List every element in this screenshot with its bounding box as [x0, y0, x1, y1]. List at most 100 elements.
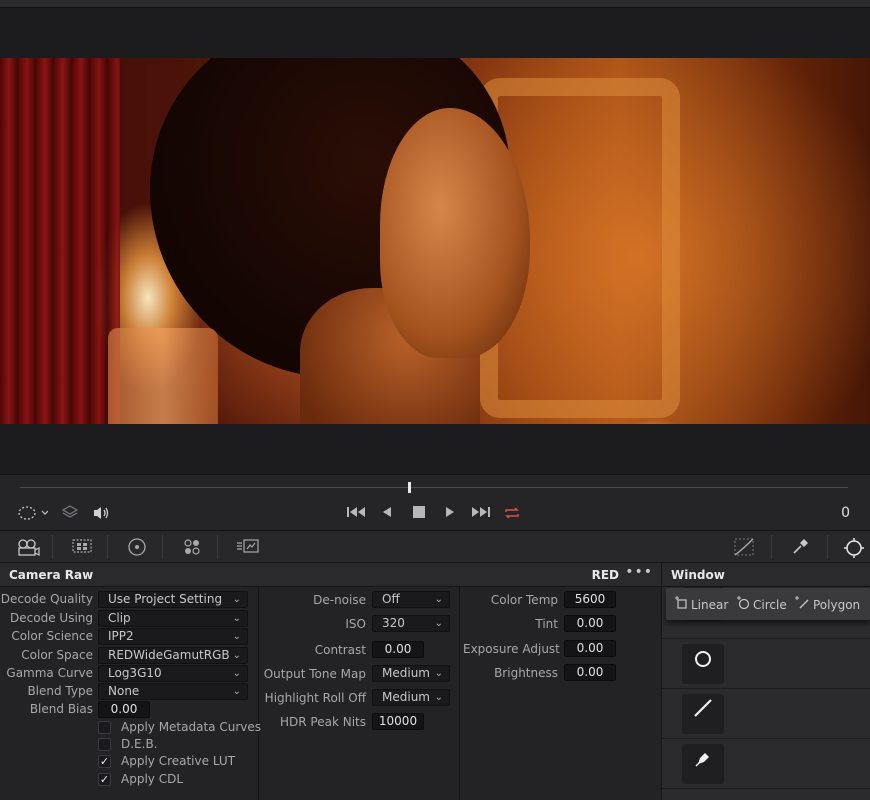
rgb-mixer-palette-icon[interactable] [181, 537, 203, 557]
gamma-curve-dropdown[interactable]: Log3G10 ⌄ [98, 665, 248, 682]
palette-toolbar [0, 530, 870, 563]
apply-cdl-checkbox[interactable]: ✓ [98, 773, 111, 786]
brightness-label: Brightness [494, 666, 558, 680]
contrast-label: Contrast [314, 643, 366, 657]
circle-shape-icon[interactable] [682, 644, 724, 684]
output-tone-map-dropdown[interactable]: Medium ⌄ [372, 665, 450, 682]
add-circle-window-button[interactable]: Circle [736, 595, 787, 612]
chevron-down-icon: ⌄ [232, 686, 241, 697]
apply-metadata-curves-checkbox[interactable] [98, 721, 111, 734]
davinci-color-page: 0 Camera Raw RED ••• Decode Quality Use … [0, 0, 870, 800]
circle-window-icon [736, 596, 750, 612]
curve-shape-icon[interactable] [682, 744, 724, 784]
camera-raw-title: Camera Raw [9, 568, 94, 582]
add-linear-window-button[interactable]: Linear [674, 595, 728, 612]
qualifier-picker-icon[interactable] [789, 537, 811, 557]
scrubber-track[interactable] [20, 487, 848, 488]
play-icon[interactable] [444, 505, 456, 523]
loop-icon[interactable] [503, 505, 521, 525]
skip-to-end-icon[interactable] [471, 505, 491, 523]
denoise-dropdown[interactable]: Off ⌄ [372, 591, 450, 608]
color-wheels-palette-icon[interactable] [126, 537, 148, 557]
blend-bias-field[interactable]: 0.00 [98, 701, 150, 718]
iso-dropdown[interactable]: 320 ⌄ [372, 615, 450, 632]
tint-field[interactable]: 0.00 [564, 615, 616, 632]
add-polygon-window-button[interactable]: Polygon [794, 595, 860, 612]
apply-creative-lut-checkbox[interactable]: ✓ [98, 755, 111, 768]
window-panel-title: Window [671, 568, 725, 582]
motion-effects-palette-icon[interactable] [236, 537, 259, 557]
apply-metadata-curves-label: Apply Metadata Curves [121, 720, 261, 734]
deb-checkbox[interactable] [98, 738, 111, 751]
chevron-down-icon: ⌄ [232, 668, 241, 679]
deb-label: D.E.B. [121, 737, 158, 751]
blend-bias-label: Blend Bias [29, 702, 93, 716]
viewer-mode-icon[interactable] [18, 505, 49, 525]
camera-raw-panel: Decode Quality Use Project Setting ⌄ Deco… [0, 587, 661, 800]
brightness-field[interactable]: 0.00 [564, 664, 616, 681]
gamma-curve-label: Gamma Curve [6, 666, 93, 680]
iso-label: ISO [345, 617, 366, 631]
chevron-down-icon: ⌄ [434, 618, 443, 629]
color-space-dropdown[interactable]: REDWideGamutRGB ⌄ [98, 647, 248, 664]
hdr-peak-nits-label: HDR Peak Nits [280, 715, 366, 729]
color-science-label: Color Science [11, 629, 93, 643]
more-options-icon[interactable]: ••• [625, 564, 653, 580]
audio-icon[interactable] [92, 505, 110, 525]
chevron-down-icon: ⌄ [232, 613, 241, 624]
color-science-dropdown[interactable]: IPP2 ⌄ [98, 628, 248, 645]
viewer-image[interactable] [0, 58, 870, 424]
polygon-window-icon [794, 596, 810, 612]
color-space-label: Color Space [21, 648, 93, 662]
image-curtain [0, 58, 120, 424]
playhead[interactable] [408, 482, 411, 493]
color-match-palette-icon[interactable] [71, 537, 93, 557]
output-tone-map-label: Output Tone Map [263, 667, 366, 681]
tint-label: Tint [535, 617, 558, 631]
raw-source-label: RED [591, 568, 619, 582]
stop-icon[interactable] [412, 505, 426, 523]
color-temp-label: Color Temp [490, 593, 558, 607]
add-window-toolbar: Linear Circle Polygon [666, 588, 870, 620]
highlight-roll-off-label: Highlight Roll Off [264, 691, 366, 705]
layers-icon[interactable] [61, 505, 79, 523]
chevron-down-icon: ⌄ [232, 631, 241, 642]
chevron-down-icon: ⌄ [232, 594, 241, 605]
decode-using-dropdown[interactable]: Clip ⌄ [98, 610, 248, 627]
curves-palette-icon[interactable] [733, 537, 755, 557]
blend-type-dropdown[interactable]: None ⌄ [98, 683, 248, 700]
camera-raw-palette-icon[interactable] [16, 537, 40, 557]
contrast-field[interactable]: 0.00 [372, 641, 424, 658]
exposure-adjust-field[interactable]: 0.00 [564, 640, 616, 657]
exposure-adjust-label: Exposure Adjust [463, 642, 560, 656]
apply-cdl-label: Apply CDL [121, 772, 183, 786]
transport-bar: 0 [0, 474, 870, 530]
linear-window-icon [674, 596, 688, 612]
window-list-item[interactable] [662, 639, 870, 689]
chevron-down-icon: ⌄ [434, 668, 443, 679]
play-reverse-icon[interactable] [381, 505, 393, 523]
skip-to-start-icon[interactable] [346, 505, 366, 523]
window-panel-header: Window [661, 563, 870, 587]
chevron-down-icon: ⌄ [434, 692, 443, 703]
decode-using-label: Decode Using [10, 611, 93, 625]
chevron-down-icon: ⌄ [232, 650, 241, 661]
denoise-label: De-noise [313, 593, 366, 607]
image-candle [108, 328, 218, 424]
color-temp-field[interactable]: 5600 [564, 591, 616, 608]
chevron-down-icon: ⌄ [434, 594, 443, 605]
blend-type-label: Blend Type [27, 684, 93, 698]
decode-quality-label: Decode Quality [0, 592, 93, 606]
window-palette-icon[interactable] [842, 537, 864, 558]
window-list-item[interactable] [662, 689, 870, 739]
frame-counter: 0 [841, 505, 850, 521]
camera-raw-header: Camera Raw RED ••• [0, 563, 661, 587]
apply-creative-lut-label: Apply Creative LUT [121, 754, 236, 768]
viewer-bottom-letterbox [0, 424, 870, 474]
highlight-roll-off-dropdown[interactable]: Medium ⌄ [372, 689, 450, 706]
polygon-shape-icon[interactable] [682, 694, 724, 734]
window-list-item[interactable] [662, 739, 870, 789]
top-strip [0, 0, 870, 8]
decode-quality-dropdown[interactable]: Use Project Setting ⌄ [98, 591, 248, 608]
hdr-peak-nits-field[interactable]: 10000 [372, 713, 424, 730]
